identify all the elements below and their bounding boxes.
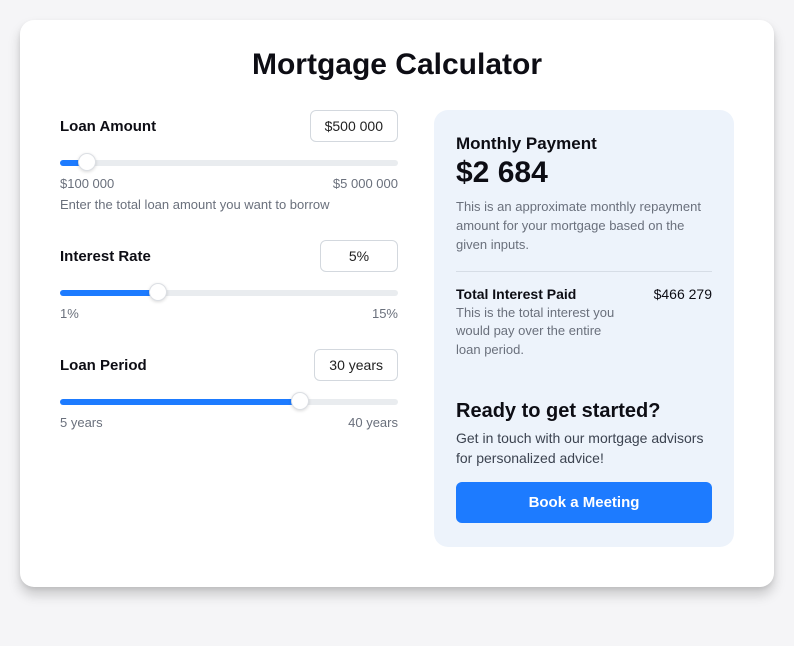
loan-period-input[interactable]: 30 years xyxy=(314,349,398,381)
loan-period-range: 5 years 40 years xyxy=(60,415,398,430)
results-panel: Monthly Payment $2 684 This is an approx… xyxy=(434,110,734,547)
monthly-payment-label: Monthly Payment xyxy=(456,134,712,154)
loan-amount-input[interactable]: $500 000 xyxy=(310,110,398,142)
slider-fill xyxy=(60,290,158,296)
loan-period-max: 40 years xyxy=(348,415,398,430)
cta-subtext: Get in touch with our mortgage advisors … xyxy=(456,429,712,468)
divider xyxy=(456,271,712,272)
slider-thumb[interactable] xyxy=(149,283,167,301)
loan-period-header: Loan Period 30 years xyxy=(60,349,398,381)
inputs-panel: Loan Amount $500 000 $100 000 $5 000 000… xyxy=(60,110,398,458)
interest-rate-label: Interest Rate xyxy=(60,248,151,265)
interest-rate-slider[interactable] xyxy=(60,282,398,302)
columns: Loan Amount $500 000 $100 000 $5 000 000… xyxy=(60,110,734,547)
total-interest-row: Total Interest Paid This is the total in… xyxy=(456,286,712,361)
loan-period-slider[interactable] xyxy=(60,391,398,411)
slider-track xyxy=(60,160,398,166)
interest-rate-input[interactable]: 5% xyxy=(320,240,398,272)
loan-amount-field: Loan Amount $500 000 $100 000 $5 000 000… xyxy=(60,110,398,212)
interest-rate-header: Interest Rate 5% xyxy=(60,240,398,272)
interest-rate-max: 15% xyxy=(372,306,398,321)
loan-amount-max: $5 000 000 xyxy=(333,176,398,191)
cta-heading: Ready to get started? xyxy=(456,400,712,423)
loan-amount-header: Loan Amount $500 000 xyxy=(60,110,398,142)
interest-rate-min: 1% xyxy=(60,306,79,321)
loan-period-min: 5 years xyxy=(60,415,103,430)
calculator-card: Mortgage Calculator Loan Amount $500 000… xyxy=(20,20,774,587)
loan-amount-range: $100 000 $5 000 000 xyxy=(60,176,398,191)
total-interest-left: Total Interest Paid This is the total in… xyxy=(456,286,626,361)
total-interest-value: $466 279 xyxy=(654,286,712,361)
monthly-payment-desc: This is an approximate monthly repayment… xyxy=(456,198,712,255)
loan-period-field: Loan Period 30 years 5 years 40 years xyxy=(60,349,398,430)
loan-period-label: Loan Period xyxy=(60,357,147,374)
interest-rate-range: 1% 15% xyxy=(60,306,398,321)
loan-amount-helper: Enter the total loan amount you want to … xyxy=(60,197,398,212)
slider-fill xyxy=(60,399,300,405)
loan-amount-slider[interactable] xyxy=(60,152,398,172)
loan-amount-min: $100 000 xyxy=(60,176,114,191)
loan-amount-label: Loan Amount xyxy=(60,118,156,135)
slider-thumb[interactable] xyxy=(78,153,96,171)
interest-rate-field: Interest Rate 5% 1% 15% xyxy=(60,240,398,321)
page-title: Mortgage Calculator xyxy=(60,48,734,82)
total-interest-label: Total Interest Paid xyxy=(456,286,626,302)
book-meeting-button[interactable]: Book a Meeting xyxy=(456,482,712,523)
monthly-payment-value: $2 684 xyxy=(456,156,712,190)
total-interest-desc: This is the total interest you would pay… xyxy=(456,304,626,361)
slider-thumb[interactable] xyxy=(291,392,309,410)
